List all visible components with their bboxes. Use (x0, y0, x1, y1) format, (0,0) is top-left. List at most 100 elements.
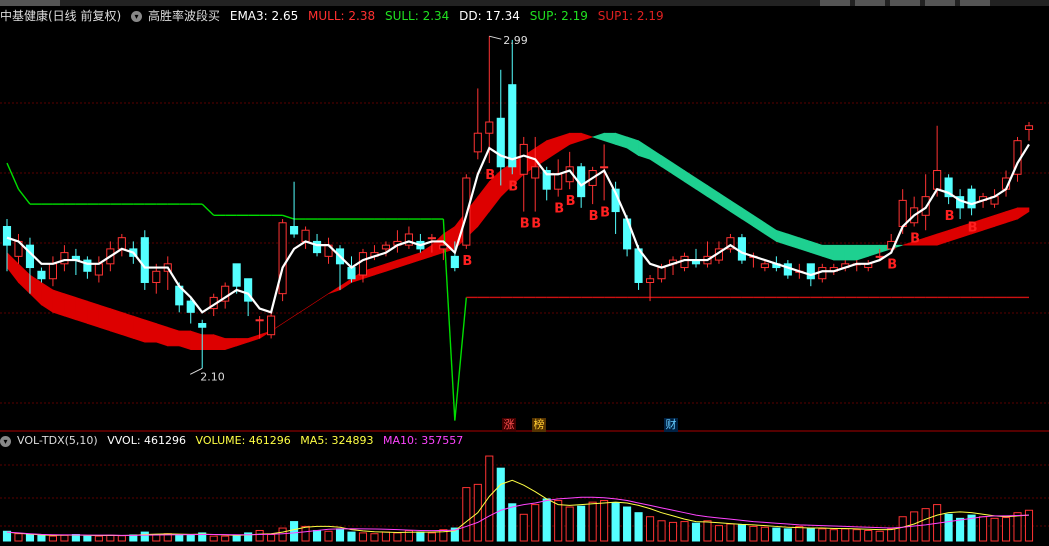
volume-bar (990, 517, 999, 542)
volume-bar (358, 532, 368, 542)
candle-body (198, 323, 207, 328)
candle-body (267, 315, 276, 336)
band-segment (753, 214, 766, 235)
buy-signal-letter: B (462, 254, 472, 269)
candle-body (427, 237, 436, 240)
volume-bar (347, 531, 356, 542)
band-segment (110, 308, 123, 336)
band-segment (615, 132, 628, 149)
buy-signal-letter: B (600, 205, 610, 220)
volume-bar (623, 506, 632, 542)
event-tag-bang[interactable]: 榜 (532, 418, 546, 432)
volume-bar (634, 512, 643, 542)
candle-body (485, 121, 494, 134)
band-segment (649, 147, 662, 168)
candle-body (2, 226, 12, 246)
vvol-value: VVOL: 461296 (107, 434, 187, 447)
band-segment (810, 241, 823, 257)
volume-bar (577, 505, 586, 542)
volume-bar (496, 467, 505, 542)
candle-body (657, 267, 666, 280)
band-segment (822, 244, 835, 261)
volume-bar (714, 525, 724, 542)
volume-bar (370, 533, 379, 542)
volume-bar (875, 530, 884, 542)
band-segment (546, 136, 559, 160)
band-segment (833, 244, 846, 261)
band-segment (764, 222, 777, 242)
volume-bar (600, 500, 609, 542)
candle-body (301, 229, 310, 242)
candle-body (806, 263, 815, 280)
volume-bar (462, 487, 471, 542)
price-chart[interactable]: BBBB BB BB BBBBB 2.992.10 (0, 0, 1049, 546)
band-segment (87, 300, 100, 328)
volume-bar (691, 522, 701, 542)
band-segment (41, 281, 54, 313)
candle-body (760, 263, 769, 269)
volume-bar (416, 531, 425, 542)
vol-dropdown-icon[interactable]: ▾ (0, 435, 11, 447)
volume-bar (611, 502, 620, 542)
volume-ma-lines (6, 479, 1030, 536)
volume-bar (887, 528, 896, 542)
volume-header: ▾ VOL-TDX(5,10) VVOL: 461296 VOLUME: 4612… (0, 433, 1049, 449)
band-segment (948, 226, 961, 242)
volume-bar (508, 503, 517, 542)
candle-body (37, 270, 46, 280)
band-segment (994, 211, 1007, 227)
band-segment (626, 136, 639, 157)
volume-bar (703, 520, 712, 542)
band-segment (591, 132, 605, 142)
candlesticks (2, 36, 1034, 369)
band-segment (133, 315, 146, 343)
volume-bar (244, 532, 253, 542)
candle-body (473, 132, 482, 153)
buy-signal-letter: B (566, 194, 576, 209)
candle-body (290, 226, 299, 235)
band-segment (856, 244, 869, 261)
band-segment (1017, 207, 1030, 220)
volume-bar (117, 535, 126, 542)
band-segment (730, 199, 743, 220)
volume-bar (83, 535, 92, 542)
band-segment (98, 304, 111, 332)
band-segment (569, 132, 582, 145)
event-tag-zhang[interactable]: 涨 (502, 418, 516, 432)
volume-bar (852, 529, 861, 542)
band-segment (121, 311, 134, 339)
band-segment (684, 169, 697, 190)
band-segment (844, 244, 858, 261)
volume-bar (668, 521, 678, 542)
band-segment (385, 259, 398, 272)
volume-bar (255, 529, 264, 542)
band-segment (776, 229, 789, 246)
volume-bar (106, 534, 115, 542)
volume-bar (48, 535, 57, 542)
volume-bar (657, 520, 666, 542)
candle-body (48, 263, 57, 280)
volume-bar (278, 527, 287, 542)
band-segment (718, 192, 731, 213)
candle-body (519, 143, 528, 175)
volume-bar (335, 528, 345, 542)
volume-bar (186, 534, 195, 542)
candle-body (404, 233, 413, 246)
buy-signal-letter: B (554, 202, 564, 217)
band-segment (293, 308, 306, 317)
event-tag-cai[interactable]: 财 (664, 418, 678, 432)
vol-indicator-name[interactable]: VOL-TDX(5,10) (17, 434, 98, 447)
volume-bar (898, 516, 907, 542)
volume-bar (37, 534, 46, 542)
band-segment (936, 229, 949, 246)
band-segment (339, 278, 352, 291)
support-line-segment (6, 162, 20, 190)
volume-bar (232, 534, 241, 542)
volume-bar (324, 530, 333, 542)
band-segment (397, 255, 410, 268)
volume-bar (267, 534, 276, 542)
band-segment (64, 293, 77, 321)
volume-bar (1013, 512, 1022, 542)
band-segment (477, 180, 490, 228)
volume-bar (175, 534, 184, 542)
